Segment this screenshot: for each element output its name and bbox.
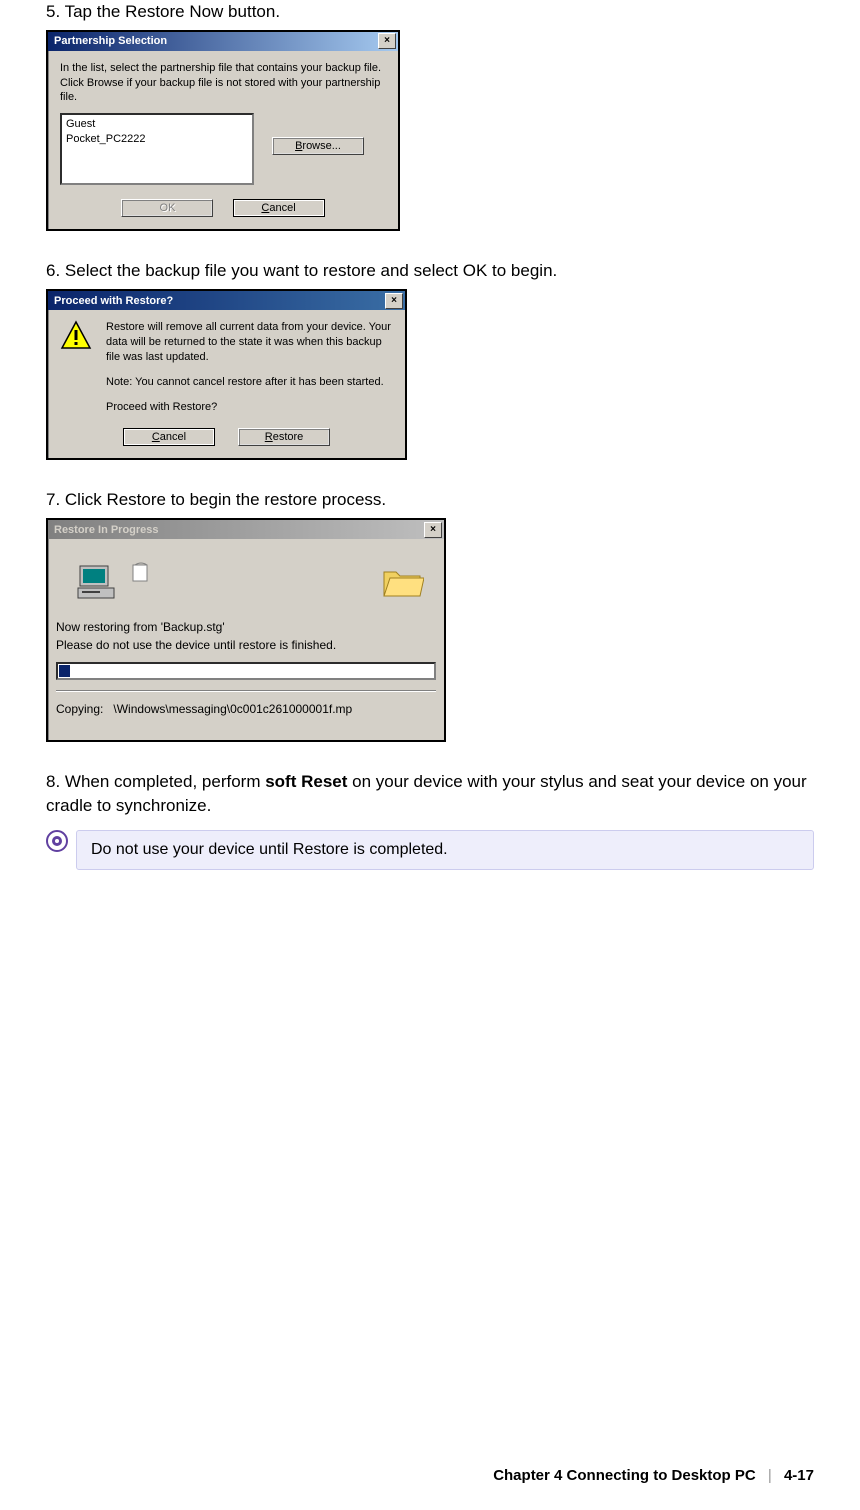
titlebar: Partnership Selection × [48, 32, 398, 51]
dialog-partnership-selection: Partnership Selection × In the list, sel… [46, 30, 400, 232]
dialog-proceed-restore: Proceed with Restore? × Restore will rem… [46, 289, 407, 460]
browse-button[interactable]: Browse... [272, 137, 364, 155]
step-6-text: 6. Select the backup file you want to re… [46, 259, 814, 283]
restore-button[interactable]: Restore [238, 428, 330, 446]
dialog-message: Proceed with Restore? [106, 400, 393, 415]
progress-line1: Now restoring from 'Backup.stg' [56, 619, 436, 636]
document-icon [130, 562, 152, 584]
note-icon [46, 830, 68, 852]
partnership-listbox[interactable]: Guest Pocket_PC2222 [60, 113, 254, 185]
dialog-title: Partnership Selection [54, 35, 167, 47]
list-item[interactable]: Pocket_PC2222 [66, 132, 248, 147]
copying-label: Copying: [56, 702, 103, 716]
step-5-text: 5. Tap the Restore Now button. [46, 0, 814, 24]
warning-icon [60, 320, 92, 352]
cancel-button[interactable]: Cancel [123, 428, 215, 446]
footer-chapter: Chapter 4 Connecting to Desktop PC [493, 1467, 756, 1484]
dialog-instruction: In the list, select the partnership file… [60, 61, 386, 106]
folder-icon [380, 562, 424, 602]
progress-fill [59, 665, 70, 677]
ok-button[interactable]: OK [121, 199, 213, 217]
progress-bar [56, 662, 436, 680]
close-icon[interactable]: × [424, 522, 442, 538]
step-8-text: 8. When completed, perform soft Reset on… [46, 770, 814, 818]
step-7-text: 7. Click Restore to begin the restore pr… [46, 488, 814, 512]
page-footer: Chapter 4 Connecting to Desktop PC | 4-1… [493, 1467, 814, 1484]
cancel-button[interactable]: Cancel [233, 199, 325, 217]
footer-separator: | [768, 1467, 772, 1484]
close-icon[interactable]: × [378, 33, 396, 49]
computer-icon [76, 562, 120, 602]
note-callout: Do not use your device until Restore is … [76, 830, 814, 870]
separator [56, 690, 436, 692]
footer-page-number: 4-17 [784, 1467, 814, 1484]
step-8-part: 8. When completed, perform [46, 772, 265, 791]
dialog-message: Restore will remove all current data fro… [106, 320, 393, 365]
list-item[interactable]: Guest [66, 117, 248, 132]
titlebar: Proceed with Restore? × [48, 291, 405, 310]
titlebar: Restore In Progress × [48, 520, 444, 539]
dialog-title: Proceed with Restore? [54, 295, 173, 307]
step-8-bold: soft Reset [265, 772, 347, 791]
close-icon[interactable]: × [385, 293, 403, 309]
copying-path: \Windows\messaging\0c001c261000001f.mp [113, 702, 352, 716]
dialog-restore-progress: Restore In Progress × [46, 518, 446, 742]
dialog-message: Note: You cannot cancel restore after it… [106, 375, 393, 390]
progress-line2: Please do not use the device until resto… [56, 637, 436, 654]
dialog-title: Restore In Progress [54, 524, 159, 536]
